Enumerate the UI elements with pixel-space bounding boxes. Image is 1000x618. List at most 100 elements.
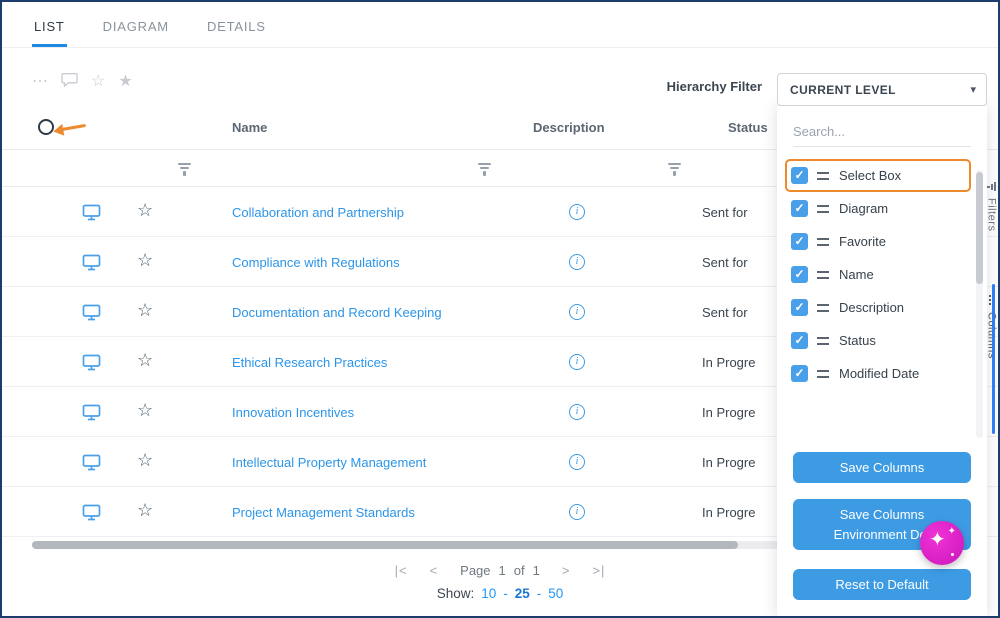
ellipsis-icon[interactable]: ⋯ <box>32 74 48 90</box>
hierarchy-filter-label: Hierarchy Filter <box>667 79 762 94</box>
checkbox-checked-icon[interactable]: ✓ <box>791 233 808 250</box>
tab-details[interactable]: DETAILS <box>205 4 268 47</box>
first-page-button[interactable]: |< <box>395 563 408 578</box>
panel-search <box>793 118 971 147</box>
info-icon[interactable]: i <box>569 354 585 370</box>
row-name-link[interactable]: Collaboration and Partnership <box>232 205 404 220</box>
drag-handle-icon[interactable] <box>817 205 829 213</box>
row-name-link[interactable]: Project Management Standards <box>232 505 415 520</box>
checkbox-checked-icon[interactable]: ✓ <box>791 365 808 382</box>
comment-icon[interactable] <box>61 72 78 91</box>
row-status: Sent for <box>702 305 782 320</box>
column-item-label: Description <box>839 300 904 315</box>
row-status: Sent for <box>702 255 782 270</box>
checkbox-checked-icon[interactable]: ✓ <box>791 167 808 184</box>
panel-scrollbar-thumb[interactable] <box>976 172 983 284</box>
tab-bar: LIST DIAGRAM DETAILS <box>2 2 998 48</box>
favorite-star-icon[interactable]: ☆ <box>137 351 153 369</box>
favorite-star-icon[interactable]: ☆ <box>137 201 153 219</box>
page-label: Page <box>460 563 490 578</box>
checkbox-checked-icon[interactable]: ✓ <box>791 299 808 316</box>
panel-column-list: ✓ Select Box ✓ Diagram ✓ Favorite ✓ Name… <box>777 159 987 390</box>
diagram-monitor-icon[interactable] <box>82 504 101 521</box>
info-icon[interactable]: i <box>569 504 585 520</box>
column-item-label: Status <box>839 333 876 348</box>
filter-funnel-icon[interactable] <box>668 163 681 176</box>
star-filled-icon[interactable]: ★ <box>118 74 132 90</box>
drag-handle-icon[interactable] <box>817 304 829 312</box>
tab-list[interactable]: LIST <box>32 4 67 47</box>
page-size-50[interactable]: 50 <box>548 586 563 601</box>
row-name-link[interactable]: Documentation and Record Keeping <box>232 305 442 320</box>
drag-handle-icon[interactable] <box>817 271 829 279</box>
info-icon[interactable]: i <box>569 304 585 320</box>
show-label: Show: <box>437 586 475 601</box>
star-outline-icon[interactable]: ☆ <box>91 74 105 90</box>
filter-funnel-icon[interactable] <box>478 163 491 176</box>
column-item-name[interactable]: ✓ Name <box>785 258 971 291</box>
diagram-monitor-icon[interactable] <box>82 404 101 421</box>
dash-separator: - <box>537 586 542 601</box>
current-page: 1 <box>499 563 506 578</box>
column-item-modified-date[interactable]: ✓ Modified Date <box>785 357 971 390</box>
sparkle-dot-icon <box>951 553 954 556</box>
side-tab-filters[interactable]: Filters <box>985 182 998 231</box>
column-item-description[interactable]: ✓ Description <box>785 291 971 324</box>
prev-page-button[interactable]: < <box>430 563 439 578</box>
drag-handle-icon[interactable] <box>817 370 829 378</box>
column-item-diagram[interactable]: ✓ Diagram <box>785 192 971 225</box>
diagram-monitor-icon[interactable] <box>82 254 101 271</box>
next-page-button[interactable]: > <box>562 563 571 578</box>
favorite-star-icon[interactable]: ☆ <box>137 451 153 469</box>
ai-assistant-fab[interactable]: ✦ ✦ <box>920 521 964 565</box>
favorite-star-icon[interactable]: ☆ <box>137 501 153 519</box>
checkbox-checked-icon[interactable]: ✓ <box>791 266 808 283</box>
filter-funnel-icon[interactable] <box>178 163 191 176</box>
column-header-name[interactable]: Name <box>232 120 267 135</box>
tab-diagram[interactable]: DIAGRAM <box>101 4 171 47</box>
info-icon[interactable]: i <box>569 454 585 470</box>
last-page-button[interactable]: >| <box>592 563 605 578</box>
favorite-star-icon[interactable]: ☆ <box>137 401 153 419</box>
side-tab-label: Filters <box>986 198 998 231</box>
save-columns-button[interactable]: Save Columns <box>793 452 971 483</box>
info-icon[interactable]: i <box>569 254 585 270</box>
column-header-status[interactable]: Status <box>728 120 768 135</box>
total-pages: 1 <box>533 563 540 578</box>
panel-scrollbar <box>976 170 983 438</box>
diagram-monitor-icon[interactable] <box>82 204 101 221</box>
select-all-circle[interactable] <box>38 119 54 135</box>
column-item-label: Favorite <box>839 234 886 249</box>
drag-handle-icon[interactable] <box>817 172 829 180</box>
row-name-link[interactable]: Compliance with Regulations <box>232 255 400 270</box>
column-item-favorite[interactable]: ✓ Favorite <box>785 225 971 258</box>
panel-search-input[interactable] <box>793 118 971 146</box>
row-name-link[interactable]: Innovation Incentives <box>232 405 354 420</box>
row-name-link[interactable]: Ethical Research Practices <box>232 355 387 370</box>
diagram-monitor-icon[interactable] <box>82 454 101 471</box>
drag-handle-icon[interactable] <box>817 337 829 345</box>
row-name-link[interactable]: Intellectual Property Management <box>232 455 426 470</box>
column-item-select-box[interactable]: ✓ Select Box <box>785 159 971 192</box>
checkbox-checked-icon[interactable]: ✓ <box>791 332 808 349</box>
row-status: In Progre <box>702 405 782 420</box>
column-item-status[interactable]: ✓ Status <box>785 324 971 357</box>
of-label: of <box>514 563 525 578</box>
checkbox-checked-icon[interactable]: ✓ <box>791 200 808 217</box>
horizontal-scrollbar-thumb[interactable] <box>32 541 738 549</box>
page-size-25[interactable]: 25 <box>515 586 530 601</box>
drag-handle-icon[interactable] <box>817 238 829 246</box>
favorite-star-icon[interactable]: ☆ <box>137 251 153 269</box>
reset-to-default-button[interactable]: Reset to Default <box>793 569 971 600</box>
favorite-star-icon[interactable]: ☆ <box>137 301 153 319</box>
info-icon[interactable]: i <box>569 204 585 220</box>
diagram-monitor-icon[interactable] <box>82 304 101 321</box>
column-header-description[interactable]: Description <box>533 120 605 135</box>
row-status: In Progre <box>702 505 782 520</box>
hierarchy-filter-dropdown[interactable]: CURRENT LEVEL ▾ <box>777 73 987 106</box>
side-tab-strip: Filters Columns <box>985 106 998 616</box>
diagram-monitor-icon[interactable] <box>82 354 101 371</box>
page-size-10[interactable]: 10 <box>481 586 496 601</box>
info-icon[interactable]: i <box>569 404 585 420</box>
filters-icon <box>987 182 996 191</box>
